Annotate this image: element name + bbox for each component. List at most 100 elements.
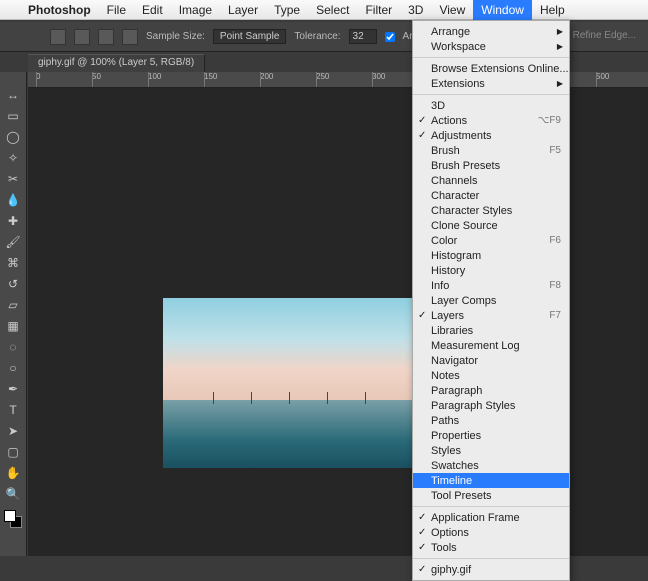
menu-item-brush-presets[interactable]: Brush Presets [413, 158, 569, 173]
selection-mode-new[interactable] [50, 29, 66, 45]
eraser-tool[interactable]: ▱ [3, 296, 23, 314]
menu-item-label: Adjustments [431, 130, 492, 142]
history-brush-tool[interactable]: ↺ [3, 275, 23, 293]
healing-tool[interactable]: ✚ [3, 212, 23, 230]
menu-item-libraries[interactable]: Libraries [413, 323, 569, 338]
ruler-tick: 500 [596, 72, 609, 81]
selection-mode-add[interactable] [74, 29, 90, 45]
rectangle-tool[interactable]: ▢ [3, 443, 23, 461]
menu-item-browse-extensions-online-[interactable]: Browse Extensions Online... [413, 61, 569, 76]
menu-item-label: Arrange [431, 26, 470, 38]
menu-file[interactable]: File [99, 0, 134, 20]
menu-item-label: Application Frame [431, 512, 520, 524]
menu-item-character-styles[interactable]: Character Styles [413, 203, 569, 218]
menu-type[interactable]: Type [266, 0, 308, 20]
ruler-tick: 50 [92, 72, 101, 81]
ruler-tick: 250 [316, 72, 329, 81]
menu-item-tool-presets[interactable]: Tool Presets [413, 488, 569, 503]
menu-item-arrange[interactable]: Arrange [413, 24, 569, 39]
zoom-tool[interactable]: 🔍 [3, 485, 23, 503]
antialias-checkbox[interactable] [385, 32, 395, 42]
menu-item-paths[interactable]: Paths [413, 413, 569, 428]
menu-item-application-frame[interactable]: Application Frame [413, 510, 569, 525]
menu-item-actions[interactable]: Actions⌥F9 [413, 113, 569, 128]
menu-item-histogram[interactable]: Histogram [413, 248, 569, 263]
image-water [163, 400, 415, 468]
move-tool[interactable]: ↔ [3, 86, 23, 104]
menu-item-clone-source[interactable]: Clone Source [413, 218, 569, 233]
menu-item-color[interactable]: ColorF6 [413, 233, 569, 248]
menu-item-label: Extensions [431, 78, 485, 90]
menu-item-label: Timeline [431, 475, 472, 487]
menu-item-styles[interactable]: Styles [413, 443, 569, 458]
menu-3d[interactable]: 3D [400, 0, 431, 20]
menu-item-workspace[interactable]: Workspace [413, 39, 569, 54]
menu-separator [413, 94, 569, 95]
menu-item-label: Options [431, 527, 469, 539]
color-swatch[interactable] [4, 510, 22, 528]
menu-item-layer-comps[interactable]: Layer Comps [413, 293, 569, 308]
path-select-tool[interactable]: ➤ [3, 422, 23, 440]
menu-app[interactable]: Photoshop [20, 0, 99, 20]
lasso-tool[interactable]: ◯ [3, 128, 23, 146]
clone-tool[interactable]: ⌘ [3, 254, 23, 272]
menu-select[interactable]: Select [308, 0, 357, 20]
type-tool[interactable]: T [3, 401, 23, 419]
menu-window[interactable]: Window [473, 0, 532, 20]
blur-tool[interactable]: ◌ [3, 338, 23, 356]
menu-item-label: Libraries [431, 325, 473, 337]
menu-item-label: Measurement Log [431, 340, 520, 352]
menu-item-label: Actions [431, 115, 467, 127]
menu-item-label: Histogram [431, 250, 481, 262]
menu-item-label: Styles [431, 445, 461, 457]
eyedropper-tool[interactable]: 💧 [3, 191, 23, 209]
magic-wand-tool[interactable]: ✧ [3, 149, 23, 167]
menu-edit[interactable]: Edit [134, 0, 171, 20]
menu-help[interactable]: Help [532, 0, 573, 20]
menu-layer[interactable]: Layer [220, 0, 266, 20]
menu-item-measurement-log[interactable]: Measurement Log [413, 338, 569, 353]
menu-item-info[interactable]: InfoF8 [413, 278, 569, 293]
menu-image[interactable]: Image [171, 0, 220, 20]
dodge-tool[interactable]: ○ [3, 359, 23, 377]
sample-size-select[interactable]: Point Sample [213, 29, 286, 44]
menu-item-extensions[interactable]: Extensions [413, 76, 569, 91]
document-tab[interactable]: giphy.gif @ 100% (Layer 5, RGB/8) [28, 54, 205, 72]
menu-item-properties[interactable]: Properties [413, 428, 569, 443]
menu-item-options[interactable]: Options [413, 525, 569, 540]
selection-mode-intersect[interactable] [122, 29, 138, 45]
ruler-tick: 300 [372, 72, 385, 81]
menu-item-channels[interactable]: Channels [413, 173, 569, 188]
window-menu-dropdown: ArrangeWorkspace Browse Extensions Online… [412, 20, 570, 581]
menu-item-giphy-gif[interactable]: giphy.gif [413, 562, 569, 577]
menu-filter[interactable]: Filter [357, 0, 400, 20]
image-sky [163, 298, 415, 400]
menu-item-layers[interactable]: Layers F7 [413, 308, 569, 323]
menu-item-navigator[interactable]: Navigator [413, 353, 569, 368]
selection-mode-subtract[interactable] [98, 29, 114, 45]
brush-tool[interactable]: 🖌 [3, 233, 23, 251]
pen-tool[interactable]: ✒ [3, 380, 23, 398]
menu-view[interactable]: View [431, 0, 473, 20]
marquee-tool[interactable]: ▭ [3, 107, 23, 125]
menu-item-3d[interactable]: 3D [413, 98, 569, 113]
tolerance-input[interactable]: 32 [349, 29, 377, 44]
gradient-tool[interactable]: ▦ [3, 317, 23, 335]
menu-item-shortcut: F6 [549, 235, 561, 246]
menu-item-character[interactable]: Character [413, 188, 569, 203]
menu-item-tools[interactable]: Tools [413, 540, 569, 555]
hand-tool[interactable]: ✋ [3, 464, 23, 482]
crop-tool[interactable]: ✂ [3, 170, 23, 188]
menu-item-paragraph-styles[interactable]: Paragraph Styles [413, 398, 569, 413]
menu-item-shortcut: F7 [549, 310, 561, 321]
menu-item-label: Layers [431, 310, 464, 322]
menu-item-brush[interactable]: BrushF5 [413, 143, 569, 158]
menu-item-notes[interactable]: Notes [413, 368, 569, 383]
refine-edge-button[interactable]: Refine Edge... [573, 30, 636, 41]
menu-item-label: Properties [431, 430, 481, 442]
menu-item-swatches[interactable]: Swatches [413, 458, 569, 473]
menu-item-paragraph[interactable]: Paragraph [413, 383, 569, 398]
menu-item-history[interactable]: History [413, 263, 569, 278]
menu-item-timeline[interactable]: Timeline [413, 473, 569, 488]
menu-item-adjustments[interactable]: Adjustments [413, 128, 569, 143]
